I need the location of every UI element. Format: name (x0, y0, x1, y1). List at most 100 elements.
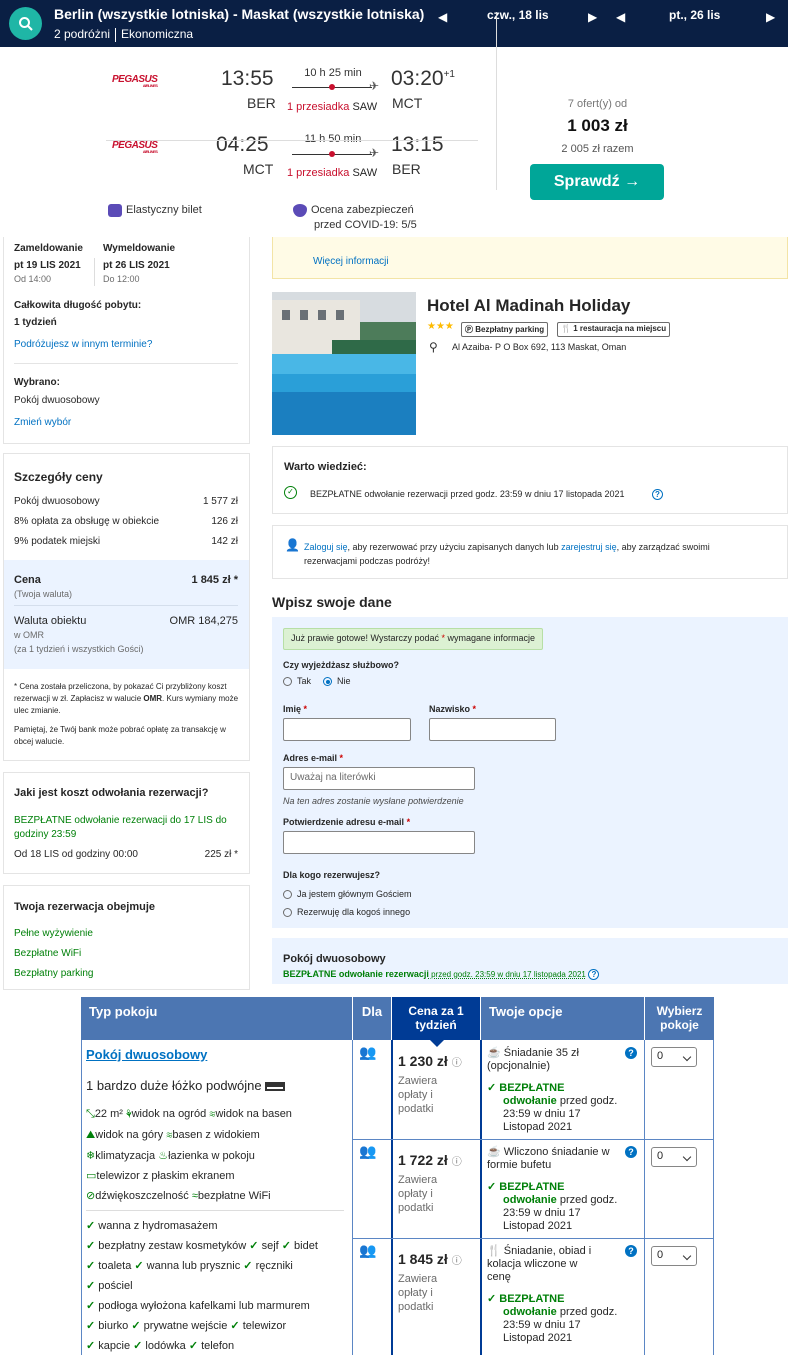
change-selection-link[interactable]: Zmień wybór (14, 417, 71, 428)
help-icon[interactable]: ? (625, 1245, 637, 1257)
facility: klimatyzacja (95, 1150, 156, 1162)
inbound-stop-airport: SAW (352, 167, 378, 179)
hotel-photo[interactable] (272, 292, 416, 435)
check-icon: ✓ (281, 1240, 291, 1252)
cancellation-fee: 225 zł * (204, 849, 238, 860)
good-to-know-box (272, 446, 788, 514)
meal-option: ☕ Wliczono śniadanie w formie bufetu (487, 1146, 610, 1171)
first-name-input[interactable] (283, 718, 411, 741)
check-icon: ✓ (86, 1260, 96, 1272)
other-dates-link[interactable]: Podróżujesz w innym terminie? (14, 339, 152, 350)
info-icon[interactable]: ⓘ (452, 1157, 462, 1168)
outbound-arrival-airport: MCT (392, 95, 423, 111)
prev-depart-date-icon[interactable]: ◀ (438, 10, 447, 24)
covid-rating: Ocena zabezpieczeń przed COVID-19: 5/5 (293, 203, 417, 233)
next-return-date-icon[interactable]: ▶ (766, 10, 775, 24)
business-no-radio[interactable] (323, 677, 333, 687)
help-icon[interactable]: ? (625, 1146, 637, 1158)
more-info-link[interactable]: Więcej informacji (313, 256, 389, 267)
coffee-icon: ☕ (487, 1047, 501, 1059)
next-depart-date-icon[interactable]: ▶ (588, 10, 597, 24)
outbound-departure-airport: BER (247, 95, 276, 111)
bank-fee-note: Pamiętaj, że Twój bank może pobrać opłat… (14, 725, 226, 746)
register-link[interactable]: zarejestruj się (561, 542, 617, 552)
stay-length-value: 1 tydzień (14, 317, 57, 328)
info-icon[interactable]: ⓘ (452, 1256, 462, 1267)
prev-return-date-icon[interactable]: ◀ (616, 10, 625, 24)
divider (480, 1040, 482, 1355)
free-cancel-option: ✓ BEZPŁATNE odwołanie przed godz. 23:59 w … (487, 1293, 618, 1344)
help-icon[interactable]: ? (625, 1047, 637, 1059)
divider (352, 1040, 353, 1355)
amenity: podłoga wyłożona kafelkami lub marmurem (98, 1300, 310, 1312)
divider (352, 1139, 714, 1140)
email-confirm-label: Potwierdzenie adresu e-mail (283, 817, 405, 827)
room-price: 1 230 zł ⓘ (398, 1053, 462, 1069)
return-date[interactable]: pt., 26 lis (669, 8, 720, 22)
help-icon[interactable]: ? (652, 489, 663, 500)
email-confirm-input[interactable] (283, 831, 475, 854)
includes-item: Bezpłatny parking (14, 968, 94, 979)
checkout-label: Wymeldowanie (103, 243, 176, 254)
hotel-pool-image (272, 292, 416, 435)
occupancy-icon: 👥 (359, 1044, 377, 1060)
facility: widok na góry (95, 1129, 164, 1141)
last-name-input[interactable] (429, 718, 556, 741)
bathroom-icon: ♨ (158, 1150, 169, 1162)
checkin-label: Zameldowanie (14, 243, 83, 254)
amenity: bezpłatny zestaw kosmetyków (98, 1240, 247, 1252)
header-room-type: Typ pokoju (81, 997, 352, 1040)
email-input[interactable]: Uważaj na literówki (283, 767, 475, 790)
price-note: Zawiera opłaty i podatki (398, 1174, 438, 1214)
login-link[interactable]: Zaloguj się (304, 542, 348, 552)
search-button[interactable] (9, 7, 42, 40)
price-row-value: 1 577 zł (202, 496, 238, 507)
parking-icon: Ⓟ (465, 325, 473, 334)
check-button[interactable]: Sprawdź → (530, 164, 664, 200)
divider (86, 1210, 344, 1211)
room-name-link[interactable]: Pokój dwuosobowy (86, 1047, 207, 1062)
restaurant-badge: 🍴 1 restauracja na miejscu (557, 322, 671, 337)
route-text[interactable]: Berlin (wszystkie lotniska) - Maskat (ws… (54, 6, 424, 22)
other-guest-radio[interactable] (283, 908, 292, 918)
amenity: prywatne wejście (143, 1320, 228, 1332)
cabin-class[interactable]: Ekonomiczna (121, 27, 193, 41)
tv-icon: ▭ (86, 1170, 97, 1182)
check-icon: ✓ (188, 1340, 199, 1352)
room-quantity-select[interactable]: 0 (651, 1246, 697, 1266)
help-icon[interactable]: ? (588, 969, 600, 980)
includes-title: Twoja rezerwacja obejmuje (14, 901, 156, 913)
room-price: 1 845 zł ⓘ (398, 1251, 462, 1267)
airline-logo: PEGASUS AIRLINES (112, 74, 158, 88)
amenity: kapcie (98, 1340, 131, 1352)
sort-arrow-icon (430, 1040, 444, 1047)
price-total-sub: (Twoja waluta) (14, 589, 73, 599)
travellers[interactable]: 2 podróżni (54, 27, 110, 41)
checkin-date: pt 19 LIS 2021 (14, 260, 81, 271)
header-for: Dla (353, 997, 391, 1040)
hotel-address: Al Azaiba- P O Box 692, 113 Maskat, Oman (452, 342, 627, 352)
good-to-know-title: Warto wiedzieć: (284, 461, 367, 473)
hotel-name: Hotel Al Madinah Holiday (427, 296, 631, 315)
email-label: Adres e-mail (283, 753, 338, 763)
shield-icon (293, 203, 307, 217)
plane-icon: ✈ (369, 79, 380, 93)
includes-item: Bezpłatne WiFi (14, 948, 82, 959)
amenity: telefon (201, 1340, 235, 1352)
form-banner: Już prawie gotowe! Wystarczy podać * wym… (283, 628, 544, 650)
check-icon: ✓ (133, 1340, 143, 1352)
cancellation-title: Jaki jest koszt odwołania rezerwacji? (14, 787, 209, 799)
room-quantity-select[interactable]: 0 (651, 1147, 697, 1167)
room-size-icon: ⤡ (86, 1108, 95, 1120)
check-icon: ✓ (86, 1340, 96, 1352)
checkout-time: Do 12:00 (103, 274, 140, 284)
user-icon: 👤 (285, 538, 300, 552)
selected-room: Pokój dwuosobowy (14, 395, 100, 406)
main-guest-radio[interactable] (283, 890, 292, 900)
check-icon: ✓ (86, 1300, 96, 1312)
info-icon[interactable]: ⓘ (452, 1058, 462, 1069)
business-yes-radio[interactable] (283, 677, 292, 687)
login-notice-text: Zaloguj się, aby rezerwować przy użyciu … (304, 542, 710, 566)
room-quantity-select[interactable]: 0 (651, 1047, 697, 1067)
restaurant-icon: 🍴 (561, 324, 571, 333)
